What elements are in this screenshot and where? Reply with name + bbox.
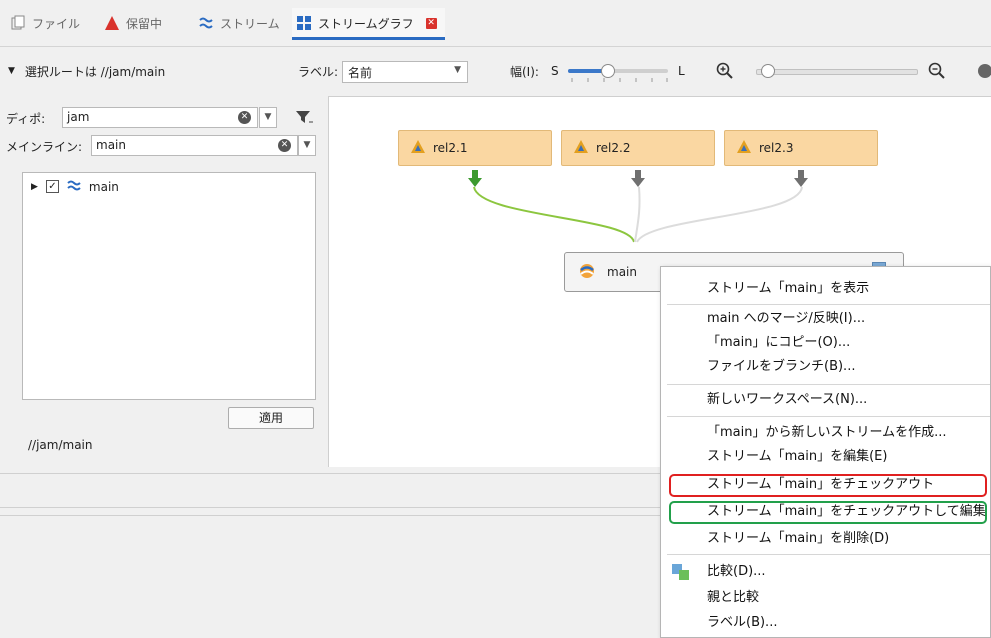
menu-item-checkout-edit-stream[interactable]: ストリーム「main」をチェックアウトして編集 — [661, 500, 990, 524]
tab-stream-graph[interactable]: ストリームグラフ ✕ — [292, 8, 445, 40]
tree-item-label: main — [88, 179, 119, 194]
selected-root-text: 選択ルートは //jam/main — [24, 64, 166, 79]
stream-icon — [67, 179, 81, 194]
release-stream-icon — [737, 140, 751, 156]
width-large-label: L — [678, 64, 685, 78]
node-label: rel2.1 — [433, 141, 468, 155]
tab-label: ストリームグラフ — [318, 16, 414, 31]
tab-bar: ファイル 保留中 ストリーム ストリームグラフ ✕ — [0, 0, 991, 47]
expand-triangle-icon[interactable]: ▶ — [31, 182, 38, 192]
node-label: rel2.3 — [759, 141, 794, 155]
zoom-slider[interactable] — [756, 69, 918, 75]
menu-item-delete-stream[interactable]: ストリーム「main」を削除(D) — [661, 527, 990, 551]
menu-item-show-stream[interactable]: ストリーム「main」を表示 — [661, 277, 990, 301]
menu-item-new-workspace[interactable]: 新しいワークスペース(N)... — [661, 388, 990, 412]
filter-icon[interactable] — [294, 108, 314, 131]
triangle-down-icon: ▼ — [8, 66, 15, 76]
mainline-field[interactable]: main — [91, 135, 298, 156]
edge-rel2-2-main — [634, 186, 641, 243]
menu-item-copy-to[interactable]: 「main」にコピー(O)... — [661, 331, 990, 355]
release-stream-icon — [574, 140, 588, 156]
menu-separator — [667, 384, 990, 385]
depot-field[interactable]: jam — [62, 107, 258, 128]
stream-graph-icon — [296, 15, 312, 31]
close-icon[interactable]: ✕ — [425, 17, 437, 29]
tab-label: ストリーム — [220, 16, 280, 31]
mainline-stream-icon — [579, 263, 595, 282]
node-label: main — [607, 265, 637, 279]
graph-node-rel2-2[interactable]: rel2.2 — [561, 130, 715, 166]
zoom-in-icon[interactable] — [716, 62, 734, 83]
mainline-dropdown-button[interactable]: ▼ — [298, 135, 316, 156]
depot-dropdown-button[interactable]: ▼ — [259, 107, 277, 128]
merge-arrow-green-icon[interactable] — [468, 170, 482, 191]
label-select-value: 名前 — [348, 65, 373, 80]
graph-node-rel2-1[interactable]: rel2.1 — [398, 130, 552, 166]
edge-rel2-3-main — [636, 186, 803, 243]
width-caption: 幅(I): — [510, 64, 539, 79]
menu-item-checkout-stream[interactable]: ストリーム「main」をチェックアウト — [661, 473, 990, 497]
merge-arrow-gray-icon[interactable] — [794, 170, 808, 191]
menu-item-compare-parent[interactable]: 親と比較 — [661, 586, 990, 610]
node-label: rel2.2 — [596, 141, 631, 155]
menu-item-create-stream[interactable]: 「main」から新しいストリームを作成... — [661, 421, 990, 445]
width-small-label: S — [551, 64, 559, 78]
graph-toolbar: ▼ 選択ルートは //jam/main ラベル: 名前 ▼ 幅(I): S L — [0, 47, 991, 95]
menu-item-merge-copy[interactable]: main へのマージ/反映(I)... — [661, 307, 990, 331]
checkbox-checked-icon[interactable]: ✓ — [45, 180, 59, 193]
stream-tree[interactable]: ▶ ✓ main — [22, 172, 316, 400]
tree-item-main[interactable]: ▶ ✓ main — [31, 179, 119, 194]
label-select[interactable]: 名前 ▼ — [342, 61, 468, 83]
pending-triangle-icon — [104, 15, 120, 31]
menu-separator — [667, 554, 990, 555]
width-slider-ticks — [571, 78, 668, 82]
tab-streams[interactable]: ストリーム — [198, 8, 280, 38]
clear-icon[interactable]: ✕ — [278, 139, 291, 152]
zoom-slider-thumb[interactable] — [760, 64, 775, 78]
tab-label: ファイル — [32, 16, 81, 31]
file-icon — [10, 15, 26, 31]
menu-separator — [667, 416, 990, 417]
graph-node-rel2-3[interactable]: rel2.3 — [724, 130, 878, 166]
context-menu: ストリーム「main」を表示 main へのマージ/反映(I)... 「main… — [660, 266, 991, 638]
stream-icon — [198, 15, 214, 31]
label-caption: ラベル: — [298, 64, 339, 79]
menu-item-label[interactable]: ラベル(B)... — [661, 611, 990, 635]
menu-item-branch-files[interactable]: ファイルをブランチ(B)... — [661, 355, 990, 379]
menu-separator — [667, 304, 990, 305]
width-slider-thumb[interactable] — [601, 64, 615, 78]
collapse-toggle[interactable]: ▼ 選択ルートは //jam/main — [8, 47, 165, 95]
refresh-icon[interactable] — [976, 62, 991, 83]
divider — [0, 515, 660, 516]
release-stream-icon — [411, 140, 425, 156]
edge-rel2-1-main — [473, 186, 635, 243]
menu-item-compare[interactable]: 比較(D)... — [661, 560, 990, 584]
clear-icon[interactable]: ✕ — [238, 111, 251, 124]
tab-pending[interactable]: 保留中 — [104, 8, 162, 38]
mainline-label: メインライン: — [6, 140, 83, 154]
apply-button[interactable]: 適用 — [228, 407, 314, 429]
tab-label: 保留中 — [126, 16, 163, 31]
depot-label: ディポ: — [6, 112, 46, 126]
status-path: //jam/main — [28, 438, 93, 452]
zoom-out-icon[interactable] — [928, 62, 946, 83]
tab-files[interactable]: ファイル — [10, 8, 80, 38]
filter-panel: ディポ: jam ✕ ▼ メインライン: main ✕ ▼ ▶ ✓ main 適… — [0, 96, 326, 466]
chevron-down-icon: ▼ — [454, 65, 461, 75]
merge-arrow-gray-icon[interactable] — [631, 170, 645, 191]
menu-item-edit-stream[interactable]: ストリーム「main」を編集(E) — [661, 445, 990, 469]
